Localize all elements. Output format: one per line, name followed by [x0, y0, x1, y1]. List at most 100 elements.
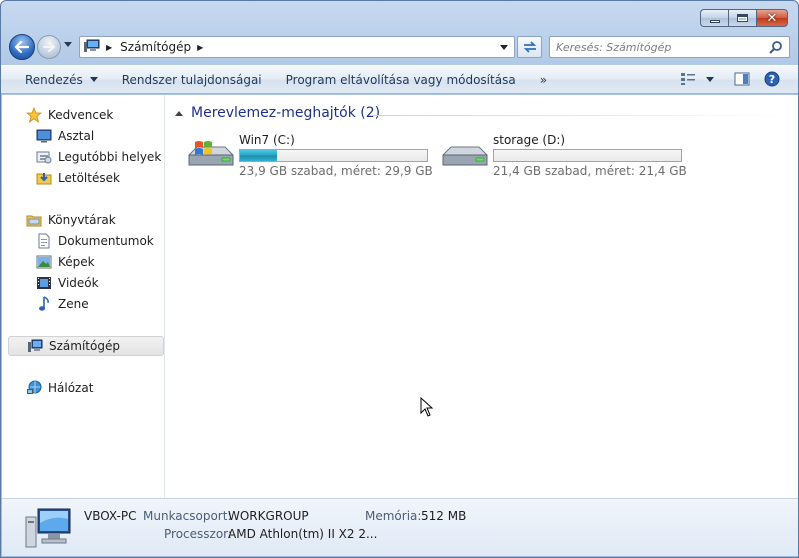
drive-name: Win7 (C:)	[239, 133, 295, 147]
view-list-icon	[681, 73, 695, 85]
command-bar: Rendezés Rendszer tulajdonságai Program …	[1, 65, 798, 94]
memory-value: 512 MB	[421, 509, 467, 523]
content-area: Kedvencek Asztal Legutóbbi helyek Letölt…	[2, 95, 798, 498]
help-button[interactable]: ?	[764, 71, 780, 87]
minimize-icon	[709, 19, 720, 23]
more-commands-button[interactable]: »	[528, 73, 559, 87]
recent-places-icon	[36, 149, 52, 165]
back-button[interactable]	[9, 34, 35, 60]
preview-pane-icon	[734, 72, 750, 86]
videos-icon	[36, 275, 52, 291]
nav-label-favorites: Kedvencek	[48, 108, 114, 122]
address-dropdown[interactable]	[500, 45, 508, 50]
maximize-icon	[737, 14, 748, 22]
breadcrumb-separator-icon[interactable]: ▶	[106, 43, 112, 52]
group-title: Merevlemez-meghajtók (2)	[191, 105, 381, 121]
processor-label: Processzor:	[164, 527, 232, 541]
drive-name: storage (D:)	[493, 133, 566, 147]
caption-buttons: ✕	[700, 9, 788, 27]
drive-item-c[interactable]: Win7 (C:) 23,9 GB szabad, méret: 29,9 GB	[185, 131, 435, 181]
refresh-icon	[523, 41, 536, 53]
explorer-window: ✕ ▶ Számítógép ▶ Rendezés Rendszer tulaj…	[0, 0, 799, 558]
change-view-button[interactable]	[680, 72, 696, 86]
refresh-button[interactable]	[517, 36, 542, 58]
view-controls: ?	[670, 71, 780, 87]
search-box[interactable]	[549, 36, 790, 58]
nav-label-network: Hálózat	[48, 381, 94, 395]
system-properties-button[interactable]: Rendszer tulajdonságai	[110, 73, 274, 87]
nav-label-desktop: Asztal	[58, 129, 95, 143]
chevron-down-icon	[706, 76, 714, 82]
breadcrumb-separator-icon[interactable]: ▶	[197, 43, 203, 52]
chevron-down-icon	[89, 77, 98, 82]
more-commands-label: »	[539, 72, 548, 87]
nav-label-libraries: Könyvtárak	[48, 213, 116, 227]
close-icon: ✕	[766, 10, 778, 26]
nav-label-documents: Dokumentumok	[58, 234, 154, 248]
libraries-icon	[26, 212, 42, 228]
drive-usage-bar	[493, 149, 682, 162]
recent-pages-dropdown[interactable]	[64, 42, 72, 47]
nav-label-videos: Videók	[58, 276, 99, 290]
drive-item-d[interactable]: storage (D:) 21,4 GB szabad, méret: 21,4…	[439, 131, 689, 181]
nav-item-desktop[interactable]: Asztal	[36, 126, 94, 146]
details-pane: VBOX-PC Munkacsoport: WORKGROUP Memória:…	[2, 498, 798, 556]
drive-space-info: 23,9 GB szabad, méret: 29,9 GB	[239, 164, 433, 178]
organize-button[interactable]: Rendezés	[1, 73, 110, 87]
search-input[interactable]	[556, 40, 766, 54]
nav-label-pictures: Képek	[58, 255, 95, 269]
desktop-icon	[36, 128, 52, 144]
breadcrumb-computer[interactable]: Számítógép	[120, 40, 191, 54]
navigation-pane: Kedvencek Asztal Legutóbbi helyek Letölt…	[2, 95, 165, 498]
search-icon[interactable]	[769, 40, 783, 57]
nav-label-computer: Számítógép	[49, 339, 120, 353]
nav-label-recent-places: Legutóbbi helyek	[58, 150, 162, 164]
hard-drive-icon	[439, 139, 489, 176]
downloads-icon	[36, 170, 52, 186]
minimize-button[interactable]	[700, 9, 728, 27]
pictures-icon	[36, 254, 52, 270]
uninstall-program-label: Program eltávolítása vagy módosítása	[285, 72, 516, 87]
drive-space-info: 21,4 GB szabad, méret: 21,4 GB	[493, 164, 687, 178]
computer-icon	[27, 338, 43, 354]
mouse-cursor-icon	[420, 396, 434, 420]
drive-usage-fill	[240, 150, 278, 161]
group-divider	[372, 115, 792, 116]
nav-item-libraries[interactable]: Könyvtárak	[26, 210, 116, 230]
nav-item-recent-places[interactable]: Legutóbbi helyek	[36, 147, 161, 167]
nav-item-downloads[interactable]: Letöltések	[36, 168, 120, 188]
nav-item-network[interactable]: Hálózat	[26, 378, 93, 398]
nav-item-computer[interactable]: Számítógép	[8, 336, 164, 356]
address-bar[interactable]: ▶ Számítógép ▶	[79, 36, 515, 58]
documents-icon	[36, 233, 52, 249]
system-properties-label: Rendszer tulajdonságai	[121, 72, 262, 87]
organize-label: Rendezés	[25, 72, 83, 87]
nav-item-documents[interactable]: Dokumentumok	[36, 231, 154, 251]
group-header-hard-drives[interactable]: Merevlemez-meghajtók (2)	[175, 105, 380, 121]
close-button[interactable]: ✕	[756, 9, 788, 27]
nav-label-downloads: Letöltések	[58, 171, 120, 185]
windows-drive-icon	[185, 139, 235, 176]
collapse-group-icon[interactable]	[175, 110, 183, 116]
workgroup-label: Munkacsoport:	[143, 509, 232, 523]
memory-label: Memória:	[365, 509, 422, 523]
forward-button[interactable]	[37, 35, 61, 59]
star-icon	[26, 107, 42, 123]
view-options-dropdown[interactable]	[706, 76, 714, 82]
nav-item-pictures[interactable]: Képek	[36, 252, 95, 272]
music-icon	[36, 296, 52, 312]
workgroup-value: WORKGROUP	[228, 509, 309, 523]
file-list: Merevlemez-meghajtók (2) Win7 (C:) 23,9 …	[167, 95, 798, 498]
maximize-button[interactable]	[728, 9, 756, 27]
computer-icon	[84, 39, 100, 56]
svg-text:?: ?	[769, 73, 775, 86]
forward-arrow-icon	[43, 42, 55, 52]
nav-item-favorites[interactable]: Kedvencek	[26, 105, 113, 125]
nav-item-music[interactable]: Zene	[36, 294, 89, 314]
preview-pane-button[interactable]	[734, 72, 750, 86]
computer-name: VBOX-PC	[84, 509, 137, 523]
processor-value: AMD Athlon(tm) II X2 2...	[228, 527, 378, 541]
uninstall-program-button[interactable]: Program eltávolítása vagy módosítása	[274, 73, 528, 87]
nav-item-videos[interactable]: Videók	[36, 273, 99, 293]
nav-label-music: Zene	[58, 297, 89, 311]
